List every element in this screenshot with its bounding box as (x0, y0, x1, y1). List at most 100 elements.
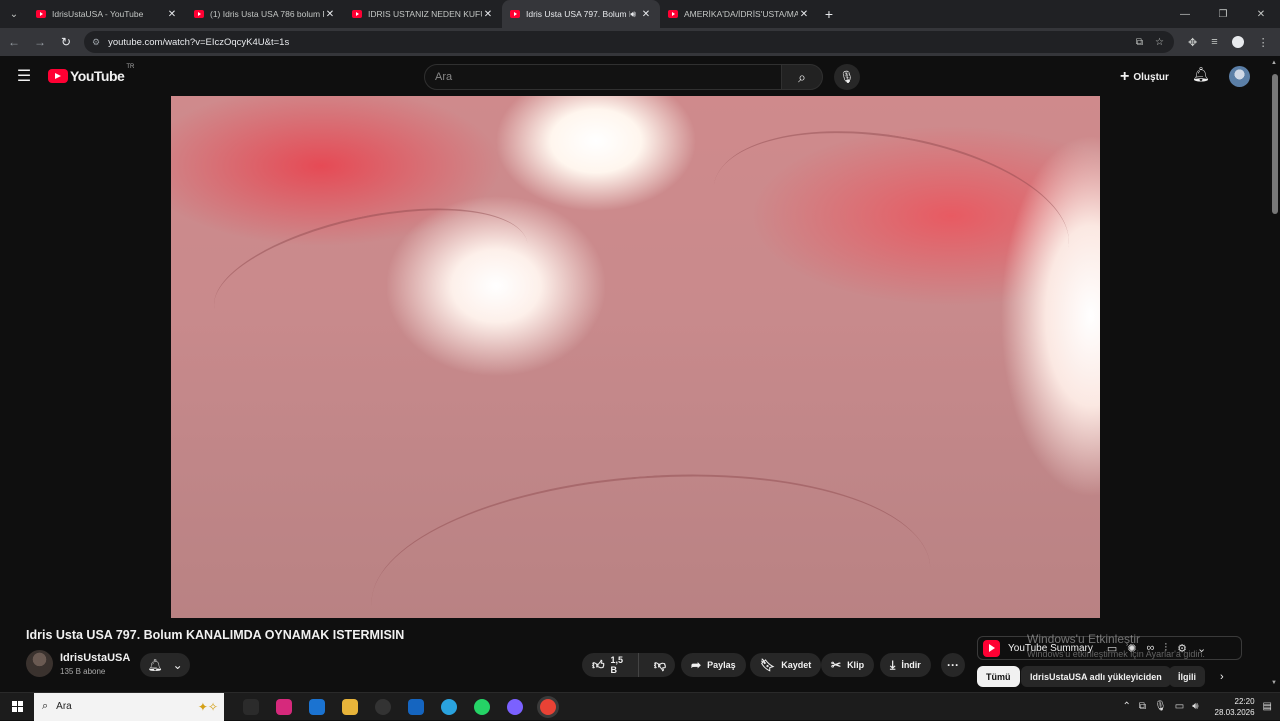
browser-tab-1[interactable]: IdrisUstaUSA - YouTube ✕ (28, 0, 186, 28)
channel-name[interactable]: IdrisUstaUSA (60, 652, 130, 664)
scissors-icon: ✂ (831, 658, 841, 672)
clip-label: Klip (847, 660, 864, 670)
chip-related[interactable]: İlgili (1169, 666, 1205, 687)
scroll-up-icon[interactable]: ▲ (1271, 60, 1277, 66)
chevron-right-icon[interactable]: › (1220, 671, 1224, 683)
close-icon[interactable]: ✕ (640, 9, 652, 20)
whatsapp-icon (474, 699, 490, 715)
extensions-icon[interactable]: ✥ (1188, 36, 1197, 49)
messenger-taskbar-icon[interactable] (498, 693, 531, 721)
browser-tab-4-active[interactable]: Idris Usta USA 797. Bolum K 🔊︎ ✕ (502, 0, 660, 28)
video-player[interactable] (171, 96, 1100, 618)
network-icon[interactable]: ▭ (1175, 701, 1184, 712)
scrollbar-thumb[interactable] (1272, 74, 1278, 214)
channel-avatar[interactable] (26, 650, 53, 677)
media-control-icon[interactable]: ≡ (1211, 36, 1217, 48)
task-view-taskbar-icon[interactable] (234, 693, 267, 721)
whatsapp-taskbar-icon[interactable] (465, 693, 498, 721)
summary-logo-icon (983, 640, 1000, 657)
bookmark-icon: 🔖︎ (760, 658, 775, 672)
ellipsis-icon: ··· (947, 658, 959, 672)
chip-all[interactable]: Tümü (977, 666, 1020, 687)
voice-search-button[interactable]: 🎙︎ (834, 64, 860, 90)
system-tray: ⌃ ⧉ 🎙︎ ▭ 🔊︎ 22:20 28.03.2026 ▤ (1123, 696, 1280, 718)
outlook-taskbar-icon[interactable] (300, 693, 333, 721)
search-input[interactable]: Ara (424, 64, 782, 90)
search-button[interactable]: ⌕ (781, 64, 823, 90)
clock-date: 28.03.2026 (1215, 707, 1255, 718)
browser-tab-5[interactable]: AMERİKA'DA/İDRİS'USTA/MAC ✕ (660, 0, 818, 28)
close-icon[interactable]: ✕ (482, 9, 494, 20)
forward-icon[interactable]: → (28, 30, 52, 54)
close-window-icon[interactable]: ✕ (1242, 0, 1280, 28)
like-count: 1,5 B (611, 655, 628, 675)
thumbs-down-icon: 👎︎ (654, 658, 666, 672)
create-label: Oluştur (1133, 72, 1169, 83)
telegram-taskbar-icon[interactable] (432, 693, 465, 721)
restore-icon[interactable]: ❐ (1204, 0, 1242, 28)
account-avatar[interactable] (1229, 66, 1250, 87)
file-explorer-taskbar-icon[interactable] (333, 693, 366, 721)
scroll-down-icon[interactable]: ▼ (1271, 680, 1277, 686)
windows-taskbar: ⌕ Ara ✦✧ ⌃ ⧉ 🎙︎ ▭ 🔊︎ 22:20 28.03.2026 ▤ (0, 692, 1280, 720)
address-bar[interactable]: ⚙ youtube.com/watch?v=EIczOqcyK4U&t=1s ⧉… (84, 31, 1174, 53)
close-icon[interactable]: ✕ (166, 9, 178, 20)
video-title: Idris Usta USA 797. Bolum KANALIMDA OYNA… (26, 628, 404, 642)
browser-toolbar: ← → ↻ ⚙ youtube.com/watch?v=EIczOqcyK4U&… (0, 28, 1280, 56)
youtube-favicon-icon (36, 10, 46, 18)
page-scrollbar[interactable]: ▲ ▼ (1270, 60, 1280, 690)
roblox-like-taskbar-icon[interactable] (399, 693, 432, 721)
bookmark-star-icon[interactable]: ☆ (1155, 37, 1164, 48)
microphone-icon[interactable]: 🎙︎ (1154, 701, 1167, 712)
chrome-taskbar-icon[interactable] (531, 693, 564, 721)
search-icon: ⌕ (798, 69, 806, 86)
menu-kebab-icon[interactable]: ⋮ (1258, 36, 1269, 49)
youtube-logo[interactable]: YouTube TR (48, 68, 134, 84)
site-info-icon[interactable]: ⚙ (92, 37, 100, 48)
profile-icon[interactable] (1232, 36, 1244, 48)
thumbs-up-icon: 👍︎ (592, 658, 605, 673)
more-actions-button[interactable]: ··· (941, 653, 965, 677)
file-explorer-icon (342, 699, 358, 715)
subscribed-button[interactable]: 🔔︎ ⌄ (140, 653, 190, 677)
clip-button[interactable]: ✂ Klip (821, 653, 874, 677)
notification-icon[interactable]: ▤ (1263, 701, 1272, 712)
youtube-play-icon (48, 69, 68, 83)
taskbar-apps (234, 693, 564, 721)
create-button[interactable]: + Oluştur (1120, 66, 1169, 88)
video-frame-detail (364, 457, 938, 618)
close-icon[interactable]: ✕ (798, 9, 810, 20)
tab-search-button[interactable]: ⌄ (0, 0, 28, 28)
chevron-up-icon[interactable]: ⌃ (1123, 701, 1131, 712)
cast-icon[interactable]: ⧉ (1136, 37, 1143, 48)
hamburger-menu-icon[interactable]: ☰ (0, 66, 48, 86)
share-arrow-icon: ➦ (691, 658, 701, 672)
like-button[interactable]: 👍︎ 1,5 B (582, 653, 639, 677)
instagram-taskbar-icon[interactable] (267, 693, 300, 721)
reload-icon[interactable]: ↻ (54, 30, 78, 54)
share-label: Paylaş (707, 660, 736, 670)
chip-from-uploader[interactable]: IdrisUstaUSA adlı yükleyiciden (1021, 666, 1171, 687)
browser-tab-2[interactable]: (1) Idris Usta USA 786 bolum PA ✕ (186, 0, 344, 28)
notifications-bell-icon[interactable]: 🔔︎ (1192, 66, 1210, 83)
save-button[interactable]: 🔖︎ Kaydet (750, 653, 821, 677)
share-button[interactable]: ➦ Paylaş (681, 653, 746, 677)
speaker-icon[interactable]: 🔊︎ (630, 9, 636, 20)
minimize-icon[interactable]: — (1166, 0, 1204, 28)
app-dark-taskbar-icon[interactable] (366, 693, 399, 721)
browser-tab-3[interactable]: IDRIS USTANIZ NEDEN KUFURL ✕ (344, 0, 502, 28)
clock[interactable]: 22:20 28.03.2026 (1215, 696, 1255, 718)
display-icon[interactable]: ⧉ (1139, 701, 1146, 712)
close-icon[interactable]: ✕ (324, 9, 336, 20)
volume-icon[interactable]: 🔊︎ (1192, 701, 1198, 712)
video-frame-detail (700, 106, 1082, 326)
start-button[interactable] (0, 701, 34, 712)
youtube-favicon-icon (352, 10, 362, 18)
tab-title: (1) Idris Usta USA 786 bolum PA (210, 9, 324, 19)
activation-watermark-subtitle: Windows'u etkinleştirmek için Ayarlar'a … (1027, 649, 1205, 659)
taskbar-search[interactable]: ⌕ Ara ✦✧ (34, 693, 224, 721)
new-tab-button[interactable]: + (818, 6, 840, 22)
download-button[interactable]: ⤓ İndir (880, 653, 931, 677)
dislike-button[interactable]: 👎︎ (645, 658, 675, 673)
back-icon[interactable]: ← (2, 30, 26, 54)
